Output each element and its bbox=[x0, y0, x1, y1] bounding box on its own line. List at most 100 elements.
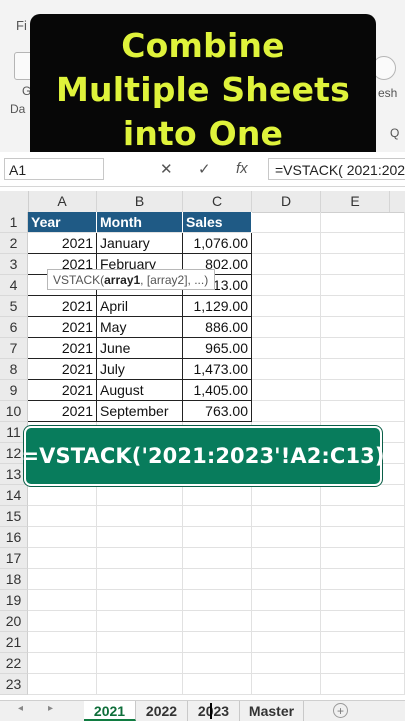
next-sheet-icon[interactable]: ▸ bbox=[48, 703, 53, 714]
row-header-21[interactable]: 21 bbox=[0, 632, 28, 653]
row-header-10[interactable]: 10 bbox=[0, 401, 28, 422]
cell-e5[interactable] bbox=[321, 296, 405, 317]
cell-e23[interactable] bbox=[321, 674, 405, 695]
row-header-19[interactable]: 19 bbox=[0, 590, 28, 611]
table-cell[interactable]: August bbox=[97, 380, 183, 401]
cell-c14[interactable] bbox=[183, 485, 252, 506]
cell-b16[interactable] bbox=[97, 527, 183, 548]
cell-c16[interactable] bbox=[183, 527, 252, 548]
table-cell[interactable]: June bbox=[97, 338, 183, 359]
cell-a18[interactable] bbox=[28, 569, 97, 590]
table-cell[interactable]: 1,405.00 bbox=[183, 380, 252, 401]
cell-e20[interactable] bbox=[321, 611, 405, 632]
column-header-a[interactable]: A bbox=[28, 191, 97, 212]
cell-d22[interactable] bbox=[252, 653, 321, 674]
cell-e21[interactable] bbox=[321, 632, 405, 653]
cell-d3[interactable] bbox=[252, 254, 321, 275]
sheet-tab-master[interactable]: Master bbox=[240, 701, 304, 721]
table-cell[interactable]: September bbox=[97, 401, 183, 422]
cell-d16[interactable] bbox=[252, 527, 321, 548]
add-sheet-icon[interactable]: + bbox=[333, 703, 348, 718]
table-cell[interactable]: 1,473.00 bbox=[183, 359, 252, 380]
cell-e14[interactable] bbox=[321, 485, 405, 506]
row-header-9[interactable]: 9 bbox=[0, 380, 28, 401]
cell-d15[interactable] bbox=[252, 506, 321, 527]
cell-a14[interactable] bbox=[28, 485, 97, 506]
cell-b22[interactable] bbox=[97, 653, 183, 674]
cell-a23[interactable] bbox=[28, 674, 97, 695]
cell-a17[interactable] bbox=[28, 548, 97, 569]
cell-b18[interactable] bbox=[97, 569, 183, 590]
cell-a21[interactable] bbox=[28, 632, 97, 653]
formula-input[interactable]: =VSTACK( 2021:202 bbox=[268, 158, 405, 180]
cell-e16[interactable] bbox=[321, 527, 405, 548]
table-cell[interactable]: 2021 bbox=[28, 338, 97, 359]
cell-e7[interactable] bbox=[321, 338, 405, 359]
cancel-x-icon[interactable]: ✕ bbox=[160, 160, 173, 178]
file-menu-fragment[interactable]: Fi bbox=[16, 18, 27, 33]
cell-c18[interactable] bbox=[183, 569, 252, 590]
cell-d10[interactable] bbox=[252, 401, 321, 422]
cell-d4[interactable] bbox=[252, 275, 321, 296]
cell-d20[interactable] bbox=[252, 611, 321, 632]
table-cell[interactable]: July bbox=[97, 359, 183, 380]
checkmark-icon[interactable]: ✓ bbox=[198, 160, 211, 178]
table-cell[interactable]: 2021 bbox=[28, 401, 97, 422]
cell-c21[interactable] bbox=[183, 632, 252, 653]
cell-d1[interactable] bbox=[252, 212, 321, 233]
cell-d5[interactable] bbox=[252, 296, 321, 317]
column-header-b[interactable]: B bbox=[97, 191, 183, 212]
table-cell[interactable]: 1,076.00 bbox=[183, 233, 252, 254]
row-header-15[interactable]: 15 bbox=[0, 506, 28, 527]
cell-e17[interactable] bbox=[321, 548, 405, 569]
column-header-c[interactable]: C bbox=[183, 191, 252, 212]
cell-b21[interactable] bbox=[97, 632, 183, 653]
cell-e3[interactable] bbox=[321, 254, 405, 275]
cell-c23[interactable] bbox=[183, 674, 252, 695]
row-header-20[interactable]: 20 bbox=[0, 611, 28, 632]
cell-c20[interactable] bbox=[183, 611, 252, 632]
select-all-corner[interactable] bbox=[0, 191, 29, 212]
row-header-1[interactable]: 1 bbox=[0, 212, 28, 233]
cell-d2[interactable] bbox=[252, 233, 321, 254]
sheet-tab-2023[interactable]: 2023 bbox=[188, 701, 240, 721]
column-header-e[interactable]: E bbox=[321, 191, 390, 212]
table-cell[interactable]: 763.00 bbox=[183, 401, 252, 422]
cell-d18[interactable] bbox=[252, 569, 321, 590]
cell-b17[interactable] bbox=[97, 548, 183, 569]
table-header-cell[interactable]: Month bbox=[97, 212, 183, 233]
table-cell[interactable]: 1,129.00 bbox=[183, 296, 252, 317]
cell-b15[interactable] bbox=[97, 506, 183, 527]
cell-e10[interactable] bbox=[321, 401, 405, 422]
cell-c15[interactable] bbox=[183, 506, 252, 527]
table-cell[interactable]: 2021 bbox=[28, 296, 97, 317]
cell-c19[interactable] bbox=[183, 590, 252, 611]
cell-a19[interactable] bbox=[28, 590, 97, 611]
table-cell[interactable]: 886.00 bbox=[183, 317, 252, 338]
cell-c17[interactable] bbox=[183, 548, 252, 569]
cell-d7[interactable] bbox=[252, 338, 321, 359]
table-cell[interactable]: May bbox=[97, 317, 183, 338]
cell-d19[interactable] bbox=[252, 590, 321, 611]
cell-d9[interactable] bbox=[252, 380, 321, 401]
cell-b23[interactable] bbox=[97, 674, 183, 695]
cell-c22[interactable] bbox=[183, 653, 252, 674]
cell-a15[interactable] bbox=[28, 506, 97, 527]
table-cell[interactable]: 2021 bbox=[28, 233, 97, 254]
cell-b19[interactable] bbox=[97, 590, 183, 611]
cell-d23[interactable] bbox=[252, 674, 321, 695]
table-cell[interactable]: 965.00 bbox=[183, 338, 252, 359]
row-header-14[interactable]: 14 bbox=[0, 485, 28, 506]
cell-e4[interactable] bbox=[321, 275, 405, 296]
row-header-2[interactable]: 2 bbox=[0, 233, 28, 254]
table-cell[interactable]: 2021 bbox=[28, 317, 97, 338]
column-header-d[interactable]: D bbox=[252, 191, 321, 212]
name-box[interactable]: A1 bbox=[4, 158, 104, 180]
cell-d21[interactable] bbox=[252, 632, 321, 653]
sheet-tab-2021[interactable]: 2021 bbox=[84, 701, 136, 721]
table-header-cell[interactable]: Sales bbox=[183, 212, 252, 233]
cell-a22[interactable] bbox=[28, 653, 97, 674]
table-cell[interactable]: January bbox=[97, 233, 183, 254]
table-cell[interactable]: 2021 bbox=[28, 380, 97, 401]
cell-d14[interactable] bbox=[252, 485, 321, 506]
